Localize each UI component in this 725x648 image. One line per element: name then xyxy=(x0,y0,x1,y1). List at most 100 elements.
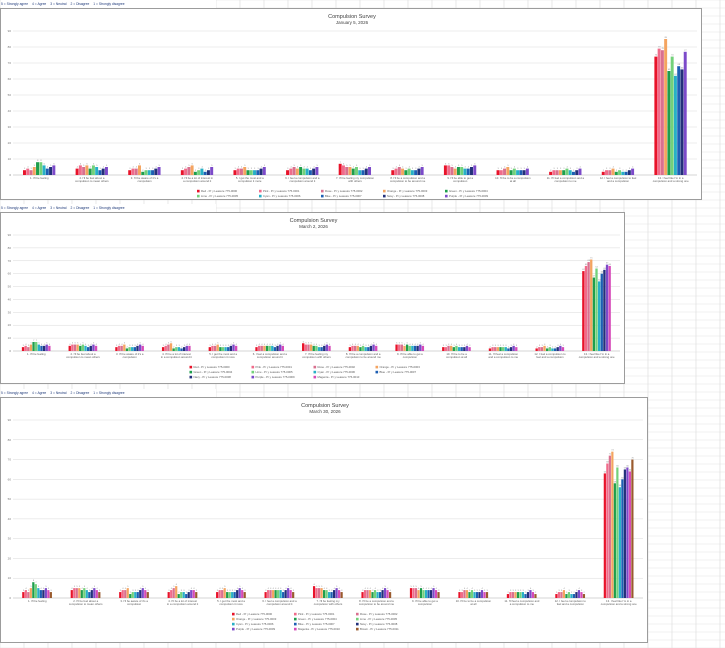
data-label: 2 xyxy=(566,592,568,594)
bar xyxy=(501,347,505,351)
bar xyxy=(577,590,581,598)
data-label: 3 xyxy=(234,168,236,170)
data-label: 3 xyxy=(152,168,154,170)
data-label: 4 xyxy=(613,167,615,169)
bar xyxy=(243,592,246,598)
chart-march-30[interactable]: Compulsion Survey March 30, 2026 0 10 20 30 40… xyxy=(0,397,648,643)
data-label: 6 xyxy=(80,163,82,165)
category-label-line: compulsion to be around me xyxy=(390,179,426,183)
bar xyxy=(592,277,596,351)
legend-entry: Lime - Pr y Leasure 775-0005 xyxy=(256,370,293,374)
bar xyxy=(355,167,358,175)
data-label: 3 xyxy=(380,590,382,592)
bar xyxy=(496,347,500,351)
bar xyxy=(279,344,282,351)
bar xyxy=(410,170,414,175)
legend-swatch xyxy=(313,375,317,379)
bar xyxy=(187,167,191,175)
bar xyxy=(234,345,238,351)
bar xyxy=(580,592,583,598)
bar xyxy=(590,259,593,351)
data-label: 3 xyxy=(331,590,333,592)
data-label: 2 xyxy=(507,592,509,594)
bar xyxy=(92,344,95,351)
category-label-line: compulsion xyxy=(418,602,433,606)
bar xyxy=(584,265,588,351)
bar xyxy=(351,168,355,175)
legend-swatch xyxy=(251,370,255,374)
category-label: 1. I'll be feeling xyxy=(30,176,49,180)
data-label: 4 xyxy=(103,167,105,169)
bar xyxy=(37,344,40,351)
chart-march-2[interactable]: Compulsion Survey March 2, 2026 0 10 20 30 40 5… xyxy=(0,212,625,384)
data-label: 3 xyxy=(244,590,246,592)
bar xyxy=(81,344,85,351)
data-label: 5 xyxy=(173,586,175,588)
scale-legend-item: 5 = Strongly agree xyxy=(1,206,29,210)
data-label: 5 xyxy=(34,165,36,167)
data-label: 66 xyxy=(616,465,619,467)
bar xyxy=(453,168,457,175)
bar xyxy=(192,590,195,598)
bar xyxy=(85,590,88,598)
data-label: 66 xyxy=(626,465,629,467)
bar xyxy=(302,343,305,351)
bar xyxy=(141,345,144,351)
category-label-line: at all xyxy=(470,602,476,606)
category-label-line: compulsion to mean others xyxy=(75,179,109,183)
category-label: 2. I'll be feel about a compulsion to mea… xyxy=(69,599,103,606)
bar xyxy=(506,594,510,598)
bar xyxy=(27,347,30,351)
bar xyxy=(292,167,296,175)
data-label: 3 xyxy=(557,168,559,170)
category-label-line: 1. I'll be feeling xyxy=(27,352,46,356)
legend-entry: Blue - Pr y Leasure 775-0007 xyxy=(298,622,335,626)
data-label: 4 xyxy=(77,167,79,169)
data-label: 4 xyxy=(237,588,239,590)
bar xyxy=(409,588,413,598)
data-label: 4 xyxy=(329,344,331,346)
bar xyxy=(375,345,378,351)
bar xyxy=(180,170,184,175)
data-label: 3 xyxy=(438,590,440,592)
legend-entry: Cyan - Pr y Leasure 775-0006 xyxy=(236,622,274,626)
data-label: 2 xyxy=(195,170,197,172)
scale-legend-item: 4 = Agree xyxy=(32,391,47,395)
scale-legend-item: 1 = Strongly disagree xyxy=(93,391,125,395)
bar xyxy=(37,588,40,598)
bar xyxy=(231,592,234,598)
bar xyxy=(200,168,204,175)
category-label: 12. I feel a compulsion to feel and a com… xyxy=(600,176,637,183)
bar xyxy=(361,592,364,598)
bar xyxy=(557,592,560,598)
bar xyxy=(188,345,191,351)
bar xyxy=(571,171,575,175)
bar xyxy=(284,590,287,598)
chart-january[interactable]: Compulsion Survey January 5, 2026 0 10 20 30 4… xyxy=(0,8,702,200)
legend-entry: Blue - Pr y Leasure 775-0007 xyxy=(325,194,362,198)
data-label: 3 xyxy=(137,590,139,592)
bar xyxy=(506,167,510,175)
bar xyxy=(664,39,668,175)
bar xyxy=(161,347,165,351)
data-label: 2 xyxy=(205,170,207,172)
data-label: 3 xyxy=(283,590,285,592)
category-label-line: compulsion with others xyxy=(302,355,331,359)
data-label: 4 xyxy=(468,167,470,169)
bar xyxy=(320,347,323,351)
data-label: 3 xyxy=(553,168,555,170)
y-tick-label: 60 xyxy=(8,272,12,276)
bar xyxy=(503,168,507,175)
bar xyxy=(631,459,634,598)
bar xyxy=(560,592,563,598)
bar xyxy=(368,590,372,598)
category-label: 10. I'll be to be a compulsion at all xyxy=(456,599,492,606)
bar xyxy=(139,590,142,598)
category-label-line: compulsion to mean others xyxy=(66,355,100,359)
category-label: 5. I get the most and a compulsion it mor… xyxy=(217,599,245,606)
bar xyxy=(565,168,569,175)
bar xyxy=(49,592,52,598)
bar xyxy=(246,170,250,175)
bar xyxy=(157,167,161,175)
bar xyxy=(24,345,27,351)
